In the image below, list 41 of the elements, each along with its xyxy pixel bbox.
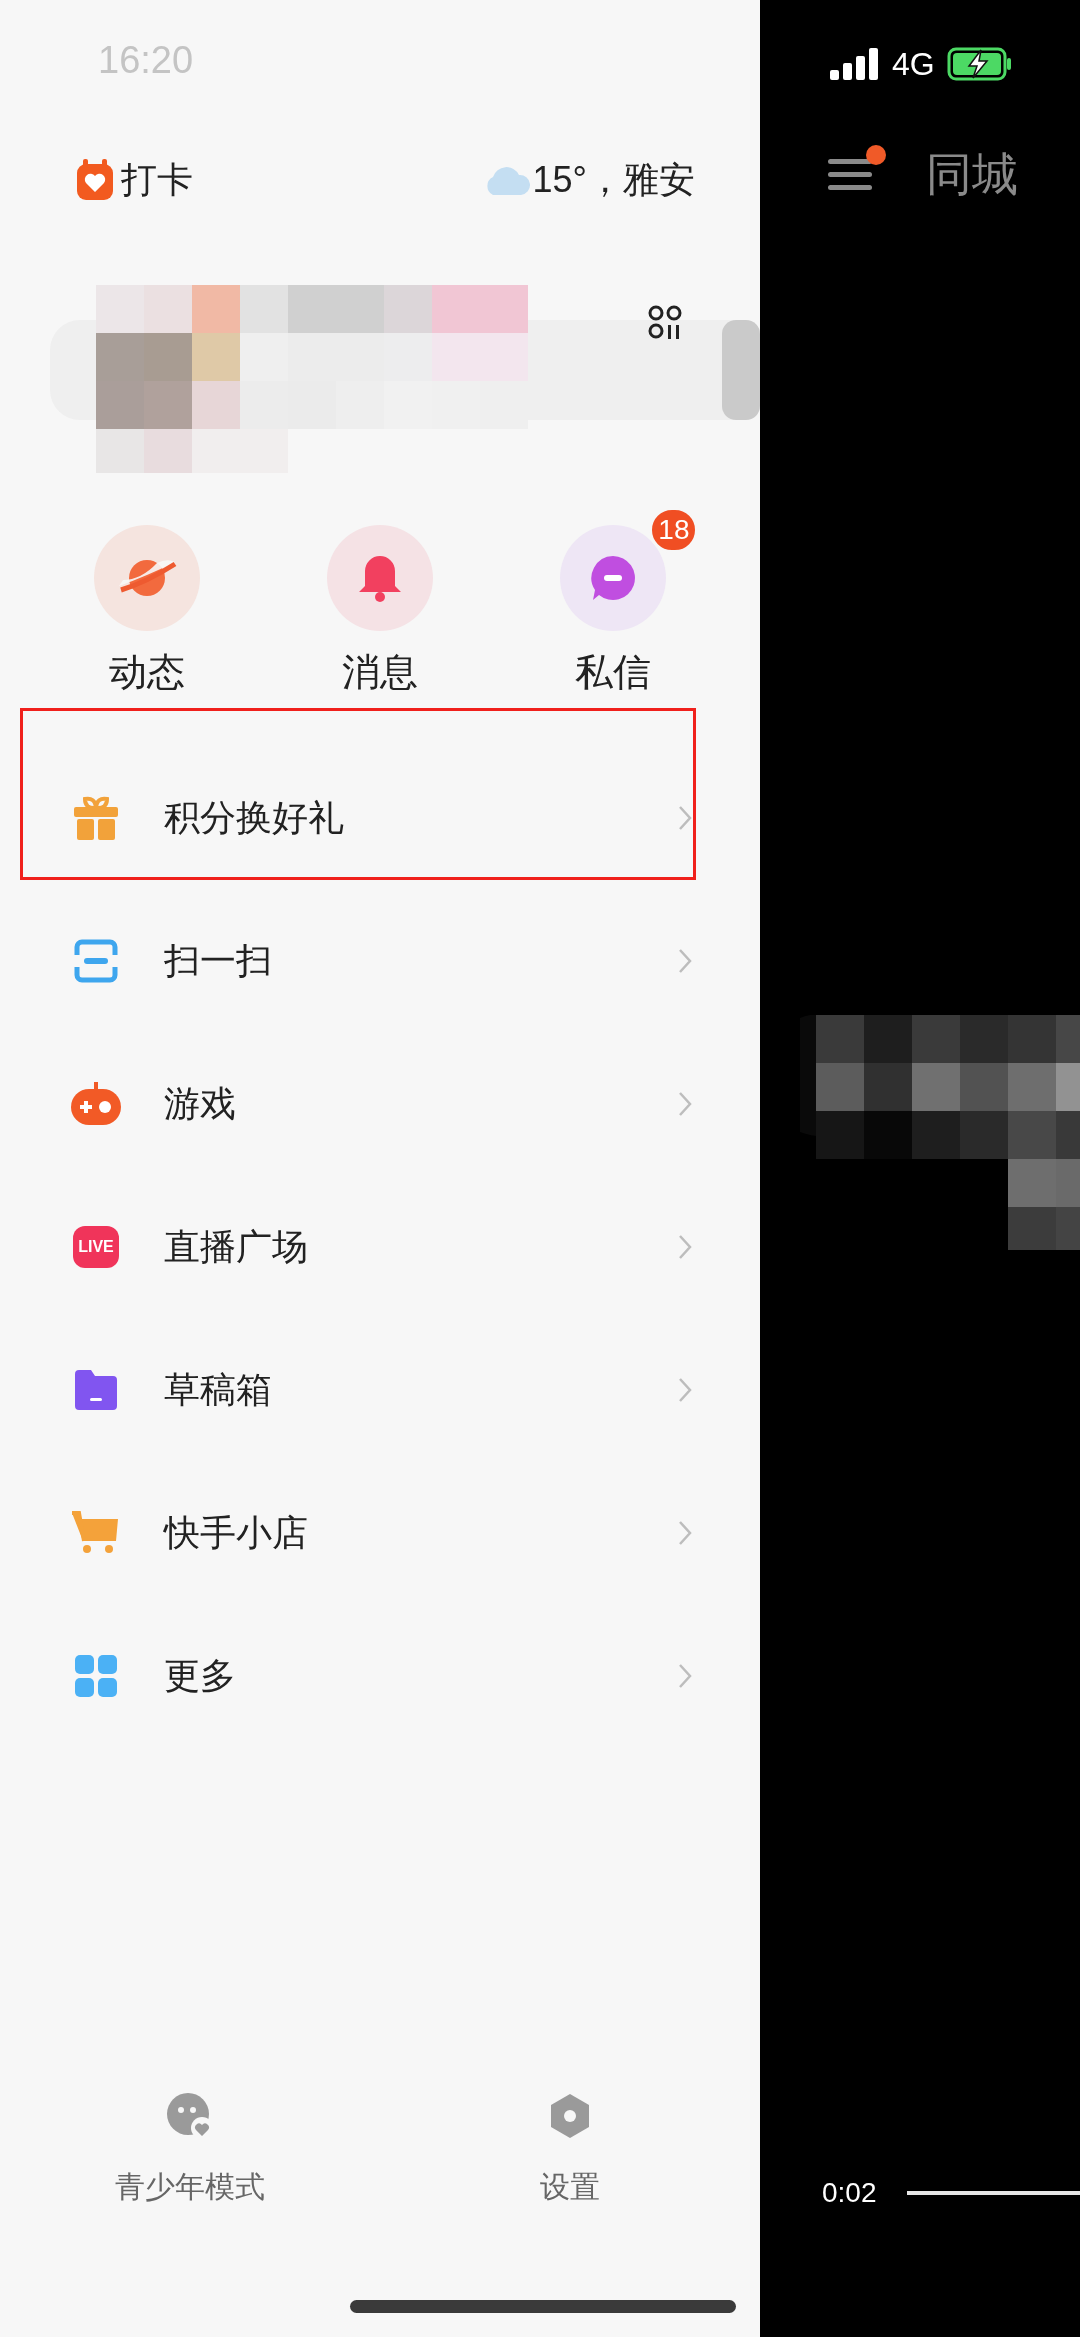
menu-item[interactable]: LIVE 直播广场: [0, 1175, 760, 1318]
chevron-icon: [678, 1233, 692, 1260]
footer-button[interactable]: 设置: [380, 2088, 760, 2209]
folder-icon: [75, 1369, 117, 1410]
feed-tab[interactable]: 同城: [926, 140, 1018, 209]
cart-icon: [72, 1510, 120, 1555]
signal-icon: [830, 48, 880, 80]
code-icon[interactable]: [648, 305, 682, 339]
settings-icon: [548, 2092, 592, 2140]
menu-label: 草稿箱: [164, 1367, 273, 1412]
chat-icon: [589, 554, 638, 602]
menu-label: 积分换好礼: [164, 795, 345, 840]
chevron-icon: [678, 947, 692, 974]
footer-button[interactable]: 青少年模式: [0, 2088, 380, 2209]
chevron-icon: [678, 804, 692, 831]
menu-item[interactable]: 扫一扫: [0, 889, 760, 1032]
weather-text: 15°，雅安: [532, 158, 695, 202]
menu-item[interactable]: 积分换好礼: [0, 746, 760, 889]
menu-label: 直播广场: [164, 1224, 309, 1269]
chevron-icon: [678, 1519, 692, 1546]
menu-label: 快手小店: [164, 1510, 309, 1555]
scan-icon: [74, 938, 118, 983]
battery-charging-icon: [946, 47, 1013, 81]
menu-item[interactable]: 更多: [0, 1604, 760, 1747]
gamepad-icon: [70, 1081, 122, 1126]
chevron-icon: [678, 1376, 692, 1403]
network-label: 4G: [892, 45, 935, 84]
grid-icon: [75, 1654, 117, 1697]
menu-item[interactable]: 草稿箱: [0, 1318, 760, 1461]
checkin-button[interactable]: 打卡: [75, 153, 193, 207]
calendar-icon: [75, 159, 115, 201]
menu-label: 更多: [164, 1653, 237, 1698]
live-icon: LIVE: [73, 1225, 119, 1268]
elapsed-time: 0:02: [822, 2176, 877, 2210]
chevron-icon: [678, 1662, 692, 1689]
chevron-icon: [678, 1090, 692, 1117]
menu-item[interactable]: 快手小店: [0, 1461, 760, 1604]
gift-icon: [73, 794, 119, 841]
menu-label: 游戏: [164, 1081, 237, 1126]
menu-item[interactable]: 游戏: [0, 1032, 760, 1175]
menu-label: 扫一扫: [164, 938, 273, 983]
